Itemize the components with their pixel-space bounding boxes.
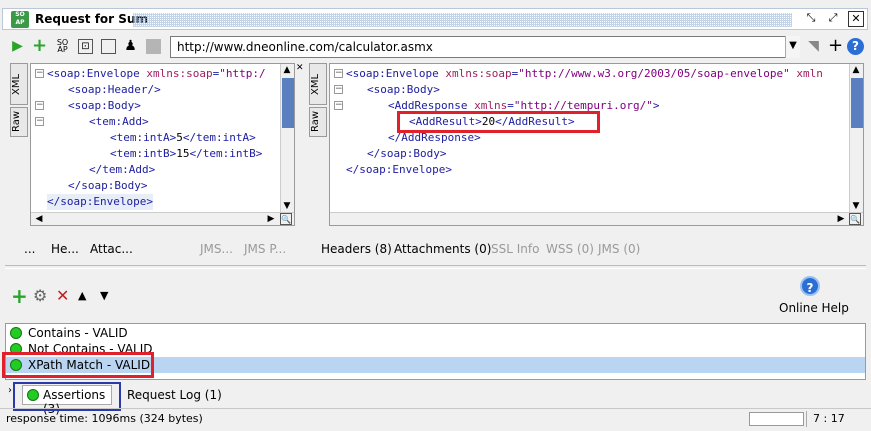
add-pane-icon[interactable]: + — [828, 37, 843, 55]
request-toolbar: ▶ + SO AP ⊡ ♟ http://www.dneonline.com/ca… — [2, 33, 868, 59]
close-icon[interactable]: ✕ — [848, 11, 864, 27]
response-tab-raw[interactable]: Raw — [309, 107, 327, 137]
detach-icon[interactable]: ⤡ — [803, 11, 819, 27]
code-line: <soap:Header/> — [68, 83, 161, 96]
fold-toggle-icon[interactable]: − — [334, 101, 343, 110]
add-assertion-icon[interactable]: + — [11, 286, 28, 306]
user-icon[interactable]: ♟ — [123, 39, 138, 54]
divider — [806, 411, 807, 427]
move-down-icon[interactable]: ▼ — [100, 287, 108, 305]
response-horizontal-scrollbar[interactable]: ▶ 🔍 — [330, 212, 863, 225]
addresult-highlight-box — [397, 111, 600, 133]
maximize-icon[interactable]: ⤢ — [825, 11, 841, 27]
collapse-icon[interactable]: ✕ — [296, 63, 304, 73]
add-icon[interactable]: + — [32, 37, 47, 55]
code-line: </soap:Envelope> — [346, 163, 452, 176]
code-line: <tem:Add> — [89, 115, 149, 128]
progress-box — [749, 412, 804, 426]
scroll-up-icon[interactable]: ▲ — [850, 64, 862, 76]
response-time: response time: 1096ms (324 bytes) — [6, 412, 203, 425]
response-vertical-scrollbar[interactable]: ▲ ▼ — [849, 64, 863, 212]
scroll-left-icon[interactable]: ◀ — [33, 213, 45, 225]
cursor-position: 7 : 17 — [813, 412, 845, 425]
pin-icon[interactable]: ◥ — [806, 39, 821, 54]
gear-icon[interactable]: ⚙ — [33, 287, 47, 305]
code-line: <tem:intB>15</tem:intB> — [110, 147, 263, 160]
scroll-down-icon[interactable]: ▼ — [850, 200, 862, 212]
scroll-right-icon[interactable]: ▶ — [265, 213, 277, 225]
request-side-tabs: XML Raw — [10, 63, 30, 139]
assertions-tab-highlight-box — [13, 382, 121, 411]
request-pane: XML Raw <soap:Envelope xmlns:soap="http:… — [4, 60, 300, 265]
move-up-icon[interactable]: ▲ — [78, 287, 86, 305]
fold-toggle-icon[interactable]: − — [334, 69, 343, 78]
window-title: Request for Sum — [35, 12, 148, 26]
subtab[interactable]: JMS P... — [244, 242, 286, 256]
window-title-bar: SO AP Request for Sum ⤡ ⤢ ✕ — [2, 8, 868, 30]
scroll-down-icon[interactable]: ▼ — [281, 200, 293, 212]
collapse-arrow-icon[interactable]: › — [8, 385, 12, 396]
request-tab-raw[interactable]: Raw — [10, 107, 28, 137]
valid-status-icon — [10, 327, 22, 339]
chevron-down-icon[interactable]: ▼ — [785, 36, 800, 58]
assertion-row[interactable]: Contains - VALID — [6, 325, 865, 341]
code-line: <soap:Envelope xmlns:soap="http://www.w3… — [346, 67, 823, 80]
code-line: </tem:Add> — [89, 163, 156, 176]
subtab[interactable]: Attac... — [90, 242, 133, 256]
request-vertical-scrollbar[interactable]: ▲ ▼ — [280, 64, 294, 212]
format-icon[interactable]: SO AP — [55, 39, 70, 54]
delete-icon[interactable]: ✕ — [56, 287, 69, 305]
horizontal-splitter[interactable] — [5, 265, 866, 269]
response-xml-editor[interactable]: <soap:Envelope xmlns:soap="http://www.w3… — [329, 63, 864, 226]
response-pane: XML Raw <soap:Envelope xmlns:soap="http:… — [305, 60, 866, 265]
status-bar: response time: 1096ms (324 bytes) 7 : 17 — [0, 408, 871, 430]
subtab[interactable]: JMS (0) — [598, 242, 640, 256]
subtab[interactable]: ... — [24, 242, 35, 256]
fold-toggle-icon[interactable]: − — [35, 69, 44, 78]
title-bar-pattern — [133, 13, 792, 27]
subtab[interactable]: JMS... — [200, 242, 233, 256]
scroll-right-icon[interactable]: ▶ — [835, 213, 847, 225]
scroll-up-icon[interactable]: ▲ — [281, 64, 293, 76]
run-icon[interactable]: ▶ — [10, 39, 25, 54]
scroll-thumb[interactable] — [282, 78, 294, 128]
endpoint-url-field[interactable]: http://www.dneonline.com/calculator.asmx — [170, 36, 800, 58]
zoom-icon[interactable]: 🔍 — [849, 213, 861, 225]
bottom-tabs: › Assertions (3) Request Log (1) — [0, 382, 871, 416]
fold-toggle-icon[interactable]: − — [35, 117, 44, 126]
code-line: <soap:Body> — [68, 99, 141, 112]
soapui-app-icon: SO AP — [11, 11, 29, 28]
scroll-thumb[interactable] — [851, 78, 863, 128]
code-line: </soap:Body> — [68, 179, 148, 192]
subtab[interactable]: He... — [51, 242, 79, 256]
fold-toggle-icon[interactable]: − — [35, 101, 44, 110]
response-side-tabs: XML Raw — [309, 63, 329, 139]
tab-request-log[interactable]: Request Log (1) — [127, 388, 222, 402]
code-line: <soap:Envelope xmlns:soap="http:/ — [47, 67, 266, 80]
code-line: <tem:intA>5</tem:intA> — [110, 131, 256, 144]
assertion-label: Contains - VALID — [28, 326, 128, 340]
help-icon[interactable]: ? — [847, 38, 864, 55]
stop-icon[interactable] — [101, 39, 116, 54]
clone-icon[interactable]: ⊡ — [78, 39, 93, 54]
pane-splitter[interactable]: ✕ — [295, 60, 304, 265]
subtab[interactable]: WSS (0) — [546, 242, 594, 256]
xpath-highlight-box — [2, 352, 154, 378]
subtab[interactable]: Headers (8) — [321, 242, 392, 256]
disabled-icon — [146, 39, 161, 54]
code-line: </soap:Body> — [367, 147, 447, 160]
fold-toggle-icon[interactable]: − — [334, 85, 343, 94]
code-line: <soap:Body> — [367, 83, 440, 96]
online-help-icon[interactable]: ? — [800, 276, 820, 296]
subtab[interactable]: Attachments (0) — [394, 242, 491, 256]
zoom-icon[interactable]: 🔍 — [280, 213, 292, 225]
request-tab-xml[interactable]: XML — [10, 63, 28, 105]
request-horizontal-scrollbar[interactable]: ◀ ▶ 🔍 — [31, 212, 294, 225]
request-xml-editor[interactable]: <soap:Envelope xmlns:soap="http:/− <soap:… — [30, 63, 295, 226]
subtab[interactable]: SSL Info — [491, 242, 539, 256]
response-tab-xml[interactable]: XML — [309, 63, 327, 105]
online-help-label[interactable]: Online Help — [779, 301, 849, 315]
code-line: </soap:Envelope> — [47, 194, 153, 210]
